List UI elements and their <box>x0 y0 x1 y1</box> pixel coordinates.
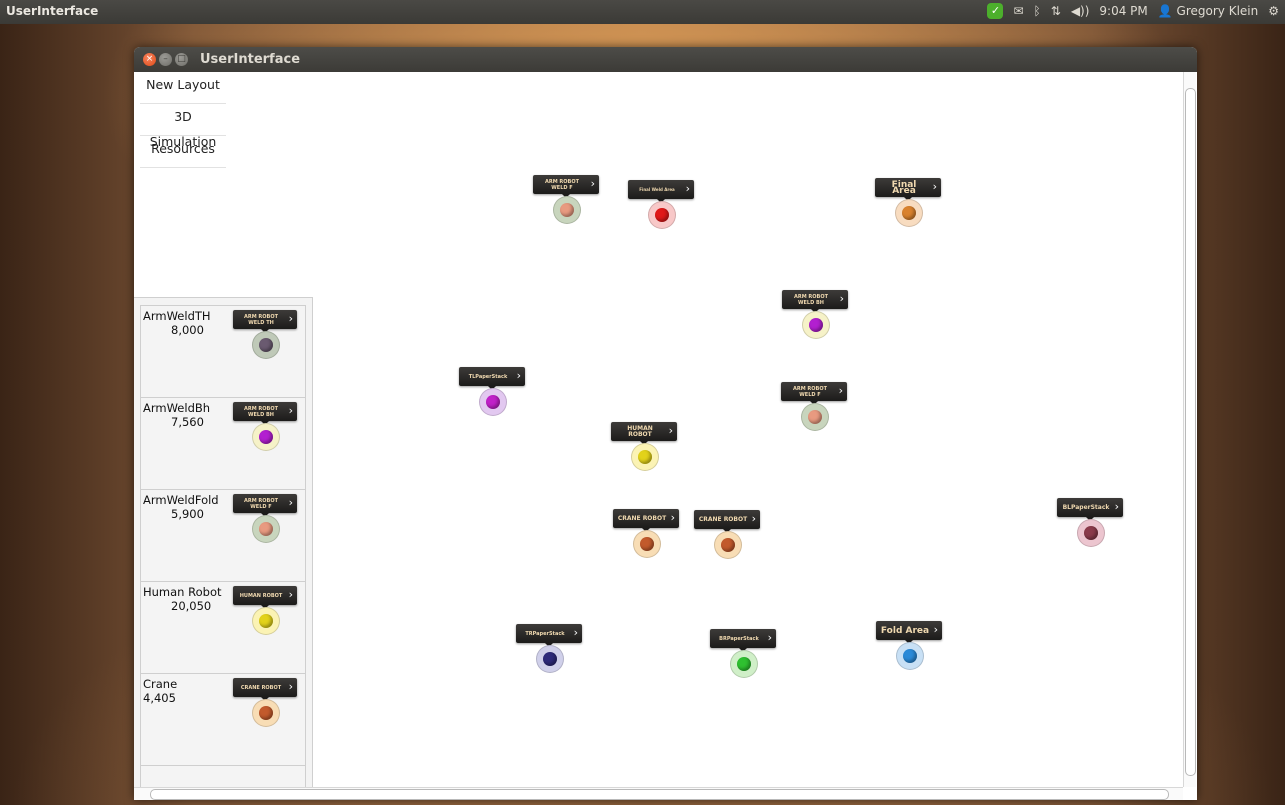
node-halo[interactable] <box>479 388 507 416</box>
node-halo[interactable] <box>553 196 581 224</box>
node-label: BRPaperStack <box>719 635 759 642</box>
node-label-tag[interactable]: TRPaperStack › <box>516 624 582 647</box>
node-label: BLPaperStack <box>1062 503 1110 511</box>
close-button[interactable]: × <box>143 53 156 66</box>
horizontal-scrollbar[interactable] <box>134 787 1183 800</box>
app-window: × – □ UserInterface New Layout 3D Simula… <box>134 47 1197 800</box>
node-label-tag[interactable]: CRANE ROBOT › <box>694 510 760 533</box>
node-label: Final Area <box>891 179 917 196</box>
node-ball[interactable] <box>486 395 500 409</box>
node-label-tag[interactable]: Fold Area › <box>876 621 942 644</box>
node-halo[interactable] <box>802 311 830 339</box>
node-ball[interactable] <box>809 318 823 332</box>
node-ball[interactable] <box>560 203 574 217</box>
node-label: HUMAN ROBOT <box>627 424 653 438</box>
network-icon[interactable]: ⇅ <box>1051 4 1061 18</box>
vertical-scroll-thumb[interactable] <box>1185 88 1196 776</box>
node-halo[interactable] <box>648 201 676 229</box>
node-label-tag[interactable]: CRANE ROBOT › <box>613 509 679 532</box>
node-halo[interactable] <box>714 531 742 559</box>
node-label: ARM ROBOT WELD F <box>544 178 579 191</box>
chevron-right-icon: › <box>838 384 843 397</box>
node-label: ARM ROBOT WELD F <box>792 385 827 398</box>
node-ball[interactable] <box>655 208 669 222</box>
node-ball[interactable] <box>638 450 652 464</box>
mail-icon[interactable]: ✉ <box>1013 4 1023 18</box>
system-tray: ✓ ✉ ᛒ ⇅ ◀)) 9:04 PM 👤 Gregory Klein ⚙ <box>987 3 1279 19</box>
node-halo[interactable] <box>633 530 661 558</box>
node-ball[interactable] <box>903 649 917 663</box>
node-label-tag[interactable]: BRPaperStack › <box>710 629 776 652</box>
node-halo[interactable] <box>631 443 659 471</box>
node-ball[interactable] <box>721 538 735 552</box>
node-label: Fold Area <box>880 625 930 636</box>
top-panel: UserInterface ✓ ✉ ᛒ ⇅ ◀)) 9:04 PM 👤 Greg… <box>0 0 1285 24</box>
node-label-tag[interactable]: ARM ROBOT WELD BH › <box>782 290 848 313</box>
node-halo[interactable] <box>801 403 829 431</box>
node-ball[interactable] <box>737 657 751 671</box>
chevron-right-icon: › <box>839 292 844 305</box>
node-label-tag[interactable]: TLPaperStack › <box>459 367 525 390</box>
node-ball[interactable] <box>902 206 916 220</box>
volume-icon[interactable]: ◀)) <box>1071 4 1090 18</box>
clock[interactable]: 9:04 PM <box>1099 4 1147 18</box>
chevron-right-icon: › <box>1114 500 1119 513</box>
node-label: Final Weld Area <box>639 186 675 192</box>
window-title: UserInterface <box>200 52 301 67</box>
node-label-tag[interactable]: HUMAN ROBOT › <box>611 422 677 445</box>
user-name: Gregory Klein <box>1176 4 1259 18</box>
active-app-title: UserInterface <box>6 4 99 18</box>
node-label: ARM ROBOT WELD BH <box>793 293 828 306</box>
node-halo[interactable] <box>730 650 758 678</box>
node-halo[interactable] <box>536 645 564 673</box>
chevron-right-icon: › <box>590 177 595 190</box>
maximize-button[interactable]: □ <box>175 53 188 66</box>
check-shield-icon[interactable]: ✓ <box>987 3 1004 19</box>
node-label-tag[interactable]: Final Weld Area › <box>628 180 694 203</box>
gear-icon[interactable]: ⚙ <box>1268 4 1279 18</box>
node-ball[interactable] <box>1084 526 1098 540</box>
bluetooth-icon[interactable]: ᛒ <box>1034 4 1041 18</box>
chevron-right-icon: › <box>685 182 690 195</box>
chevron-right-icon: › <box>670 511 675 524</box>
node-label: TLPaperStack <box>468 373 508 380</box>
chevron-right-icon: › <box>767 631 772 644</box>
node-ball[interactable] <box>808 410 822 424</box>
node-label: CRANE ROBOT <box>617 514 667 522</box>
node-label-tag[interactable]: Final Area › <box>875 178 941 201</box>
horizontal-scroll-thumb[interactable] <box>150 789 1169 800</box>
node-label: TRPaperStack <box>525 630 565 637</box>
chevron-right-icon: › <box>516 369 521 382</box>
chevron-right-icon: › <box>932 180 937 193</box>
node-label-tag[interactable]: BLPaperStack › <box>1057 498 1123 521</box>
chevron-right-icon: › <box>668 424 673 437</box>
node-label: CRANE ROBOT <box>698 515 748 523</box>
node-halo[interactable] <box>896 642 924 670</box>
layout-canvas[interactable]: ARM ROBOT WELD F › Final Weld Area › Final A… <box>134 72 1183 787</box>
node-label-tag[interactable]: ARM ROBOT WELD F › <box>533 175 599 198</box>
node-halo[interactable] <box>895 199 923 227</box>
user-icon: 👤 <box>1157 4 1173 18</box>
vertical-scrollbar[interactable] <box>1183 72 1196 787</box>
node-ball[interactable] <box>640 537 654 551</box>
chevron-right-icon: › <box>933 623 938 636</box>
window-titlebar[interactable]: × – □ UserInterface <box>134 47 1197 72</box>
chevron-right-icon: › <box>751 512 756 525</box>
node-halo[interactable] <box>1077 519 1105 547</box>
user-menu[interactable]: 👤 Gregory Klein <box>1158 4 1258 18</box>
minimize-button[interactable]: – <box>159 53 172 66</box>
node-ball[interactable] <box>543 652 557 666</box>
chevron-right-icon: › <box>573 626 578 639</box>
node-label-tag[interactable]: ARM ROBOT WELD F › <box>781 382 847 405</box>
